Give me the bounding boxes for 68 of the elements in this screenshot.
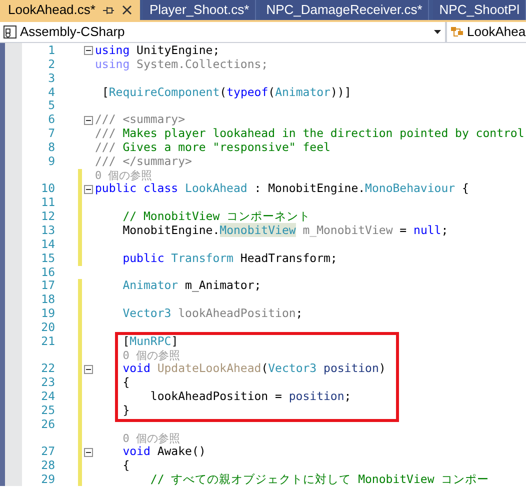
code-line: lookAheadPosition = position; (150, 389, 352, 404)
line-number: 16 (41, 264, 55, 278)
project-dropdown[interactable]: Assembly-CSharp (0, 22, 447, 42)
code-line: /// </summary> (95, 154, 192, 168)
code-line: Vector3 lookAheadPosition; (122, 306, 303, 320)
line-number: 11 (41, 195, 55, 210)
collapse-icon[interactable] (84, 46, 93, 56)
line-number: 5 (48, 98, 55, 112)
code-line: [MunRPC] (122, 334, 178, 348)
line-number: 24 (41, 389, 55, 404)
line-number: 2 (48, 56, 55, 71)
line-number: 18 (41, 292, 55, 306)
line-number: 19 (41, 306, 55, 320)
code-line: /// <summary> (95, 112, 186, 126)
line-number: 27 (41, 444, 55, 458)
code-line: void UpdateLookAhead(Vector3 position) (122, 361, 386, 376)
line-number: 12 (41, 209, 55, 224)
file-tab[interactable]: LookAhead.cs* (0, 0, 140, 20)
project-name: Assembly-CSharp (20, 23, 126, 42)
code-line: { (122, 375, 130, 390)
file-tab[interactable]: Player_Shoot.cs* (143, 0, 256, 20)
code-line: /// Gives a more "responsive" feel (95, 140, 330, 154)
code-line: [RequireComponent(typeof(Animator))] (102, 84, 352, 99)
line-number: 6 (48, 112, 55, 126)
code-line: } (122, 402, 130, 417)
line-number: 26 (41, 416, 55, 431)
collapse-icon[interactable] (84, 184, 93, 194)
line-number: 9 (48, 154, 55, 168)
line-number: 14 (41, 236, 55, 251)
project-icon (3, 25, 17, 39)
line-number: 10 (41, 181, 55, 196)
collapse-icon[interactable] (84, 116, 93, 125)
line-number: 20 (41, 320, 55, 334)
line-number: 22 (41, 361, 55, 376)
file-tab[interactable]: NPC_DamageReceiver.cs* (260, 0, 430, 20)
code-line: using UnityEngine; (95, 43, 220, 57)
code-line: public class LookAhead : MonobitEngine.MonoBehaviour { (95, 181, 469, 196)
code-line: { (122, 458, 130, 472)
code-line: using System.Collections; (95, 56, 268, 71)
close-icon[interactable] (122, 5, 132, 15)
collapse-icon[interactable] (84, 364, 93, 374)
line-number: 3 (48, 70, 55, 85)
file-tab[interactable]: NPC_ShootPl (433, 0, 526, 20)
line-number: 28 (41, 458, 55, 472)
line-number: 29 (41, 472, 55, 486)
class-dropdown[interactable]: LookAhea (447, 22, 526, 42)
line-number: 15 (41, 250, 55, 265)
code-line: MonobitEngine.MonobitView m_MonobitView = null; (122, 222, 448, 237)
code-line: /// Makes player lookahead in the direction pointed by control (95, 126, 524, 140)
code-line: void Awake() (122, 444, 206, 458)
code-line: // MonobitView コンポーネント (122, 209, 311, 224)
class-icon (450, 25, 464, 39)
code-line: // すべての親オブジェクトに対して MonobitView コンポー (150, 472, 490, 486)
line-number: 23 (41, 375, 55, 390)
line-number: 17 (41, 278, 55, 292)
line-number: 1 (48, 43, 55, 57)
line-number: 4 (48, 84, 55, 99)
line-number: 8 (48, 140, 55, 154)
class-name: LookAhea (467, 23, 526, 42)
collapse-icon[interactable] (84, 448, 93, 457)
line-number: 25 (41, 402, 55, 417)
code-line: public Transform HeadTransform; (122, 250, 338, 265)
line-number: 21 (41, 334, 55, 348)
code-line: Animator m_Animator; (122, 278, 262, 292)
line-number: 13 (41, 222, 55, 237)
pin-icon[interactable] (103, 6, 114, 14)
caret-icon (434, 30, 441, 34)
line-number: 7 (48, 126, 55, 140)
